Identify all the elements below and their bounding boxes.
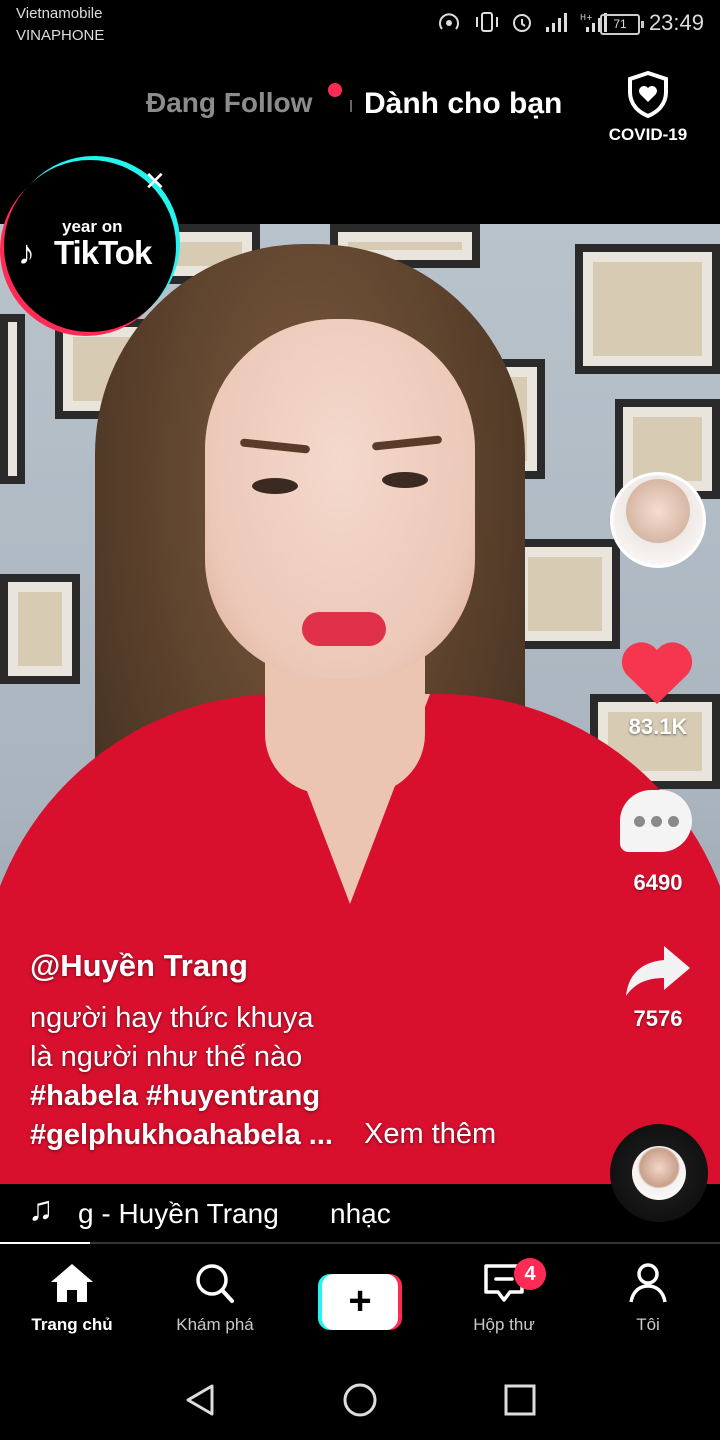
close-icon[interactable]: ✕ — [144, 166, 166, 197]
tab-following[interactable]: Đang Follow — [146, 87, 312, 119]
tab-for-you[interactable]: Dành cho bạn — [364, 87, 562, 121]
shirt-neckline — [270, 694, 430, 904]
nav-profile-label: Tôi — [636, 1315, 660, 1334]
comment-dot — [634, 816, 645, 827]
music-title-continued: nhạc — [330, 1198, 391, 1229]
nav-discover[interactable]: Khám phá — [145, 1262, 285, 1335]
nav-inbox-label: Hộp thư — [473, 1315, 535, 1334]
nav-inbox[interactable]: Hộp thư — [434, 1262, 574, 1335]
person-lips — [302, 612, 386, 646]
covid-info-button[interactable]: COVID-19 — [600, 70, 696, 145]
covid-label: COVID-19 — [608, 125, 688, 144]
system-nav-bar — [0, 1354, 720, 1440]
creator-username[interactable]: @Huyền Trang — [30, 948, 248, 984]
comment-dot — [651, 816, 662, 827]
wall-picture-frame — [510, 539, 620, 649]
battery-indicator: 71 — [600, 14, 644, 35]
nav-home[interactable]: Trang chủ — [2, 1262, 142, 1335]
wall-picture-frame — [0, 574, 80, 684]
nav-home-label: Trang chủ — [31, 1315, 113, 1334]
clock: 23:49 — [648, 10, 704, 35]
wall-picture-frame — [575, 244, 720, 374]
music-note-icon: ♫ — [28, 1190, 54, 1228]
plus-icon: + — [322, 1274, 398, 1330]
search-icon — [196, 1264, 234, 1303]
tiktok-logo-icon: ♪ — [18, 234, 35, 272]
nav-profile[interactable]: Tôi — [578, 1262, 718, 1335]
share-arrow-icon — [626, 946, 690, 996]
carrier-name-1: Vietnamobile — [16, 5, 103, 22]
person-icon — [629, 1263, 667, 1303]
inbox-notification-badge: 4 — [514, 1258, 546, 1290]
caption-line-1: người hay thức khuya — [30, 1002, 314, 1034]
music-disc-cover — [632, 1146, 686, 1200]
comment-count: 6490 — [633, 870, 683, 895]
caption-hashtags-1[interactable]: #habela #huyentrang — [30, 1080, 320, 1113]
share-count-wrap: 7576 — [605, 1006, 711, 1032]
recents-icon[interactable] — [502, 1382, 538, 1418]
back-icon[interactable] — [182, 1382, 218, 1418]
video-player[interactable] — [0, 224, 720, 1184]
share-count: 7576 — [633, 1006, 683, 1031]
badge-line-2: TikTok — [54, 234, 152, 271]
comment-dot — [668, 816, 679, 827]
eye — [382, 472, 428, 488]
music-ticker[interactable]: ♫ ɡ - Huyền Trang nhạc — [0, 1184, 720, 1242]
eye — [252, 478, 298, 494]
home-icon — [51, 1264, 93, 1302]
new-content-dot — [328, 83, 342, 97]
nav-discover-label: Khám phá — [176, 1315, 254, 1334]
shield-heart-icon — [628, 70, 668, 119]
comment-count-wrap: 6490 — [605, 870, 711, 896]
alarm-icon — [513, 14, 531, 32]
carrier-name-2: VINAPHONE — [16, 27, 105, 44]
music-disc-button[interactable] — [610, 1124, 708, 1222]
share-button[interactable] — [622, 940, 694, 1005]
see-more-link[interactable]: Xem thêm — [364, 1118, 496, 1151]
creator-avatar[interactable] — [610, 472, 706, 568]
svg-text:H+: H+ — [580, 13, 593, 22]
home-circle-icon[interactable] — [342, 1382, 378, 1418]
status-bar: Vietnamobile VINAPHONE H+ 71 23:49 — [0, 0, 720, 50]
signal-icon — [546, 13, 567, 32]
music-title: ɡ - Huyền Trang — [78, 1198, 279, 1229]
hotspot-icon — [439, 13, 459, 30]
caption-line-2: là người như thế nào — [30, 1041, 303, 1073]
comment-button[interactable] — [620, 790, 692, 852]
wall-picture-frame — [0, 314, 25, 484]
create-video-button[interactable]: + — [318, 1274, 402, 1330]
heart-icon — [621, 642, 693, 704]
tab-divider — [350, 100, 352, 112]
status-icons: H+ — [438, 10, 610, 34]
like-count-wrap: 83.1K — [605, 714, 711, 740]
caption-hashtags-2[interactable]: #gelphukhoahabela ... — [30, 1119, 333, 1152]
vibrate-icon — [476, 12, 498, 32]
bottom-nav: Trang chủ Khám phá + Hộp thư Tôi — [0, 1244, 720, 1354]
like-button[interactable] — [620, 640, 694, 711]
like-count: 83.1K — [628, 714, 688, 739]
